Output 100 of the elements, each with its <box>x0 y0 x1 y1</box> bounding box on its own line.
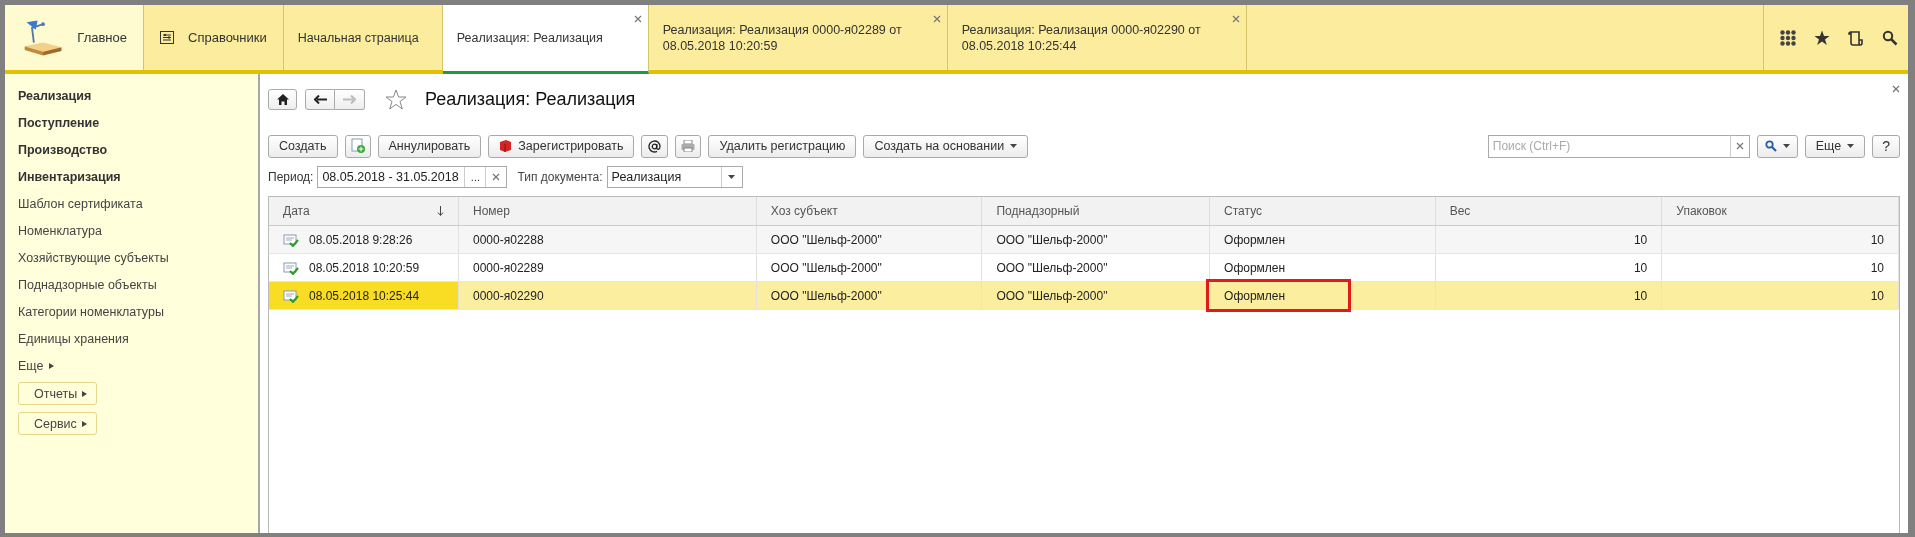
column-header[interactable]: Дата <box>269 197 459 226</box>
table-cell: Оформлен <box>1209 225 1436 254</box>
search-icon <box>1764 140 1777 152</box>
table-cell: 10 <box>1661 225 1899 254</box>
column-header[interactable]: Номер <box>458 197 757 226</box>
section-tab[interactable]: Главное <box>5 5 144 70</box>
table-row[interactable]: 08.05.2018 10:20:59 0000-я02289 ООО "Шельф-2000" ООО "Шельф-2000" Оформлен 10 10 <box>269 253 1899 282</box>
section-link[interactable]: Реализация <box>18 82 92 109</box>
home-button[interactable] <box>268 88 297 110</box>
table-cell: 10 <box>1661 281 1899 310</box>
table-cell: 10 <box>1661 253 1899 282</box>
page-tab[interactable]: Реализация: Реализация 0000-я02289 от 08.05.2018 10:20:59 <box>648 5 948 70</box>
table-cell: ООО "Шельф-2000" <box>756 281 982 310</box>
page-tab[interactable]: Начальная страница <box>283 5 443 70</box>
menu-link[interactable]: Категории номенклатуры <box>18 298 164 325</box>
menu-link[interactable]: Шаблон сертификата <box>18 190 143 217</box>
section-label: Справочники <box>188 30 267 45</box>
select-period-button[interactable]: ... <box>464 167 486 187</box>
star-icon[interactable] <box>1814 29 1830 46</box>
table-cell: 10 <box>1435 281 1662 310</box>
table-cell: 10 <box>1435 225 1662 254</box>
section-link[interactable]: Инвентаризация <box>18 163 121 190</box>
create-based-on-button[interactable]: Создать на основании <box>863 134 1029 158</box>
table-row[interactable]: 08.05.2018 9:28:26 0000-я02288 ООО "Шельф-2000" ООО "Шельф-2000" Оформлен 10 10 <box>269 225 1899 254</box>
close-icon[interactable] <box>633 15 642 23</box>
close-icon[interactable] <box>932 15 941 23</box>
more-button[interactable]: Еще <box>1804 134 1866 158</box>
more-link[interactable]: Еще <box>18 352 55 379</box>
dropdown-caret-icon <box>1010 144 1018 148</box>
menu-link[interactable]: Поднадзорные объекты <box>18 271 157 298</box>
date-cell: 08.05.2018 9:28:26 <box>269 225 459 254</box>
copy-button[interactable] <box>344 134 371 158</box>
caret-icon <box>82 390 88 397</box>
sort-down-icon[interactable] <box>437 206 444 216</box>
help-button[interactable]: ? <box>1872 134 1900 158</box>
posted-document-icon <box>283 288 299 303</box>
doc-type-field[interactable]: Реализация <box>606 166 743 188</box>
toolbar-button[interactable]: Удалить регистрацию <box>708 134 857 158</box>
back-button[interactable] <box>305 88 335 110</box>
posted-document-icon <box>283 260 299 275</box>
menu-link[interactable]: Номенклатура <box>18 217 102 244</box>
section-tab[interactable]: Справочники <box>144 5 284 70</box>
grid-menu-icon[interactable] <box>1780 29 1796 46</box>
posted-document-icon <box>283 232 299 247</box>
table-cell: 10 <box>1435 253 1662 282</box>
table-row[interactable]: 08.05.2018 10:25:44 0000-я02290 ООО "Шельф-2000" ООО "Шельф-2000" Оформлен 10 10 <box>269 281 1899 310</box>
search-options-button[interactable] <box>1756 134 1798 158</box>
email-button[interactable] <box>641 134 669 158</box>
table-cell: ООО "Шельф-2000" <box>756 253 982 282</box>
table-cell: Оформлен <box>1209 253 1436 282</box>
table-cell: 0000-я02288 <box>458 225 757 254</box>
dropdown-caret-icon <box>728 175 736 179</box>
section-link[interactable]: Поступление <box>18 109 100 136</box>
section-link[interactable]: Производство <box>18 136 108 163</box>
table-cell: Оформлен <box>1224 288 1286 303</box>
history-scroll-icon[interactable] <box>1848 29 1864 46</box>
caret-icon <box>49 362 55 369</box>
list-settings-icon <box>160 31 174 44</box>
table-cell: ООО "Шельф-2000" <box>981 225 1210 254</box>
search-field[interactable]: Поиск (Ctrl+F) <box>1487 134 1730 158</box>
right-arrow-icon <box>343 94 356 104</box>
column-header[interactable]: Поднадзорный <box>981 197 1210 226</box>
close-icon[interactable] <box>1892 85 1900 93</box>
menu-button[interactable]: Сервис <box>18 412 97 435</box>
period-label: Период: <box>268 170 314 184</box>
column-header[interactable]: Статус <box>1209 197 1436 226</box>
period-field[interactable]: 08.05.2018 - 31.05.2018 ... <box>317 166 508 188</box>
table-cell: ООО "Шельф-2000" <box>981 253 1210 282</box>
toolbar-button[interactable]: Создать <box>268 134 338 158</box>
at-sign-icon <box>648 139 662 153</box>
printer-icon <box>681 140 696 152</box>
register-button[interactable]: Зарегистрировать <box>488 134 635 158</box>
star-outline-icon[interactable] <box>385 88 407 110</box>
search-icon[interactable] <box>1882 29 1898 46</box>
menu-button[interactable]: Отчеты <box>18 382 98 405</box>
dropdown-caret-icon <box>1782 144 1790 148</box>
table-cell: ООО "Шельф-2000" <box>981 281 1210 310</box>
page-tab[interactable]: Реализация: Реализация 0000-я02290 от 08.05.2018 10:25:44 <box>947 5 1247 70</box>
column-header[interactable]: Хоз субъект <box>756 197 982 226</box>
cube-icon <box>499 139 513 153</box>
dropdown-caret-icon <box>1847 144 1855 148</box>
page-tab[interactable]: Реализация: Реализация <box>442 5 649 74</box>
menu-link[interactable]: Хозяйствующие субъекты <box>18 244 169 271</box>
column-header[interactable]: Упаковок <box>1661 197 1899 226</box>
print-button[interactable] <box>675 134 702 158</box>
column-header[interactable]: Вес <box>1435 197 1662 226</box>
home-icon <box>276 93 289 105</box>
table-cell: ООО "Шельф-2000" <box>756 225 982 254</box>
close-icon[interactable] <box>1735 142 1744 150</box>
date-cell: 08.05.2018 10:20:59 <box>269 253 459 282</box>
close-icon[interactable] <box>1231 15 1240 23</box>
menu-link[interactable]: Единицы хранения <box>18 325 129 352</box>
table-cell: 0000-я02290 <box>458 281 757 310</box>
table-cell: 0000-я02289 <box>458 253 757 282</box>
date-cell: 08.05.2018 10:25:44 <box>269 281 459 310</box>
toolbar-button[interactable]: Аннулировать <box>377 134 482 158</box>
close-icon[interactable] <box>492 173 501 181</box>
doc-type-label: Тип документа: <box>517 170 603 184</box>
left-arrow-icon <box>313 94 327 104</box>
caret-icon <box>81 420 87 427</box>
